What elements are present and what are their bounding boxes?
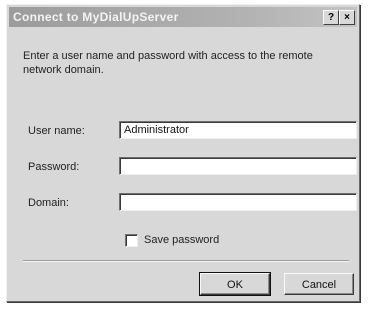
close-icon[interactable]: × [339, 10, 355, 25]
username-field[interactable] [119, 121, 357, 139]
connect-dialog: Connect to MyDialUpServer ? × Enter a us… [6, 4, 360, 302]
domain-field[interactable] [119, 193, 357, 211]
window-title: Connect to MyDialUpServer [13, 10, 179, 24]
username-label: User name: [28, 125, 85, 137]
password-label: Password: [28, 161, 80, 173]
save-password-label[interactable]: Save password [144, 234, 219, 246]
ok-button[interactable]: OK [199, 272, 271, 296]
domain-label: Domain: [28, 197, 69, 209]
cancel-button[interactable]: Cancel [284, 273, 354, 295]
divider [23, 260, 349, 262]
password-field[interactable] [119, 157, 357, 175]
title-bar[interactable]: Connect to MyDialUpServer ? × [9, 7, 357, 27]
instruction-text: Enter a user name and password with acce… [23, 50, 313, 76]
save-password-checkbox[interactable] [125, 234, 138, 247]
help-icon[interactable]: ? [323, 10, 339, 25]
